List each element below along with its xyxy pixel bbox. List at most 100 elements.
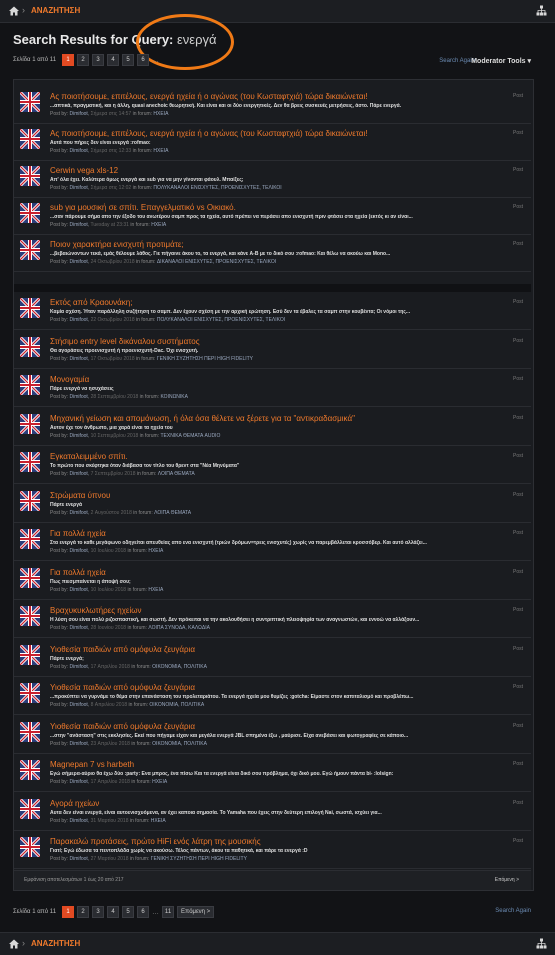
page-link[interactable]: 5 [122, 54, 135, 66]
page-link[interactable]: 3 [92, 54, 105, 66]
home-icon[interactable] [8, 5, 20, 17]
result-forum[interactable]: ΗΧΕΙΑ [151, 222, 166, 228]
search-result[interactable]: Magnepan 7 vs harbeth Εγώ σήμερα-αύριο θα… [14, 754, 531, 792]
avatar[interactable] [20, 760, 40, 780]
result-forum[interactable]: ΗΧΕΙΑ [152, 779, 167, 785]
result-forum[interactable]: ΛΟΙΠΑ ΘΕΜΑΤΑ [154, 510, 191, 516]
result-author[interactable]: Dimifoot [69, 433, 87, 439]
result-author[interactable]: Dimifoot [69, 222, 87, 228]
result-forum[interactable]: ΛΟΙΠΑ ΣΥΝΟΔΑ, ΚΑΛΩΔΙΑ [148, 625, 210, 631]
avatar[interactable] [20, 567, 40, 588]
result-forum[interactable]: ΗΧΕΙΑ [153, 111, 168, 117]
search-result[interactable]: sub για μουσική σε σπίτι. Επαγγελματικό … [14, 197, 531, 235]
result-author[interactable]: Dimifoot [69, 587, 87, 593]
search-result[interactable]: Ποιον χαρακτήρα ενισχυτή προτιμάτε; ...βε… [14, 234, 531, 272]
result-title[interactable]: Υιοθεσία παιδιών από ομόφυλα ζευγάρια [50, 683, 195, 692]
result-forum[interactable]: ΗΧΕΙΑ [153, 148, 168, 154]
sitemap-icon[interactable] [536, 5, 547, 16]
search-result[interactable]: Βραχυκυκλωτήρες ηχείων Η λύση σου είναι π… [14, 600, 531, 638]
search-result[interactable]: Εκτός από Κραουνάκη; Καμία σχέση. Ήταν πα… [14, 292, 531, 330]
result-title[interactable]: Cerwin vega xls-12 [50, 166, 118, 175]
page-link[interactable]: 4 [107, 906, 120, 918]
search-result[interactable]: Παρακαλώ προτάσεις, πρώτο HiFi ενός λάτρ… [14, 831, 531, 869]
avatar[interactable] [20, 375, 40, 395]
result-title[interactable]: Εγκαταλειμμένο σπίτι. [50, 452, 128, 461]
page-link-last[interactable]: 11 [162, 906, 175, 918]
result-title[interactable]: sub για μουσική σε σπίτι. Επαγγελματικό … [50, 203, 236, 212]
avatar[interactable] [20, 721, 40, 742]
page-link[interactable]: 6 [137, 54, 150, 66]
search-result[interactable]: Cerwin vega xls-12 Απ' όλα έχει. Καλύτερα… [14, 160, 531, 198]
search-result[interactable]: Μηχανική γείωση και απομόνωση, ή όλα όσα… [14, 408, 531, 446]
search-result[interactable]: Μονογαμία Πάρε ενεργά να ησυχάσεις Post by… [14, 369, 531, 407]
result-author[interactable]: Dimifoot [69, 111, 87, 117]
result-author[interactable]: Dimifoot [69, 741, 87, 747]
search-result[interactable]: Για πολλά ηχεία Πως πιεσμπαίνεται η άποψή… [14, 562, 531, 600]
page-link[interactable]: 1 [62, 906, 75, 918]
result-author[interactable]: Dimifoot [69, 625, 87, 631]
result-title[interactable]: Ποιον χαρακτήρα ενισχυτή προτιμάτε; [50, 240, 184, 249]
result-author[interactable]: Dimifoot [69, 664, 87, 670]
avatar[interactable] [20, 336, 40, 357]
result-author[interactable]: Dimifoot [69, 259, 87, 265]
avatar[interactable] [20, 837, 40, 857]
result-title[interactable]: Για πολλά ηχεία [50, 568, 106, 577]
result-author[interactable]: Dimifoot [69, 356, 87, 362]
result-forum[interactable]: ΟΙΚΟΝΟΜΙΑ, ΠΟΛΙΤΙΚΑ [152, 741, 207, 747]
avatar[interactable] [20, 683, 40, 703]
result-author[interactable]: Dimifoot [69, 510, 87, 516]
avatar[interactable] [20, 644, 40, 665]
result-forum[interactable]: ΓΕΝΙΚΗ ΣΥΖΗΤΗΣΗ ΠΕΡΙ HIGH FIDELITY [151, 856, 247, 862]
breadcrumb-search[interactable]: ΑΝΑΖΗΤΗΣΗ [31, 6, 80, 15]
search-again-link[interactable]: Search Again [439, 58, 475, 64]
result-forum[interactable]: ΛΟΙΠΑ ΘΕΜΑΤΑ [158, 471, 195, 477]
page-link[interactable]: 3 [92, 906, 105, 918]
result-author[interactable]: Dimifoot [69, 394, 87, 400]
search-result[interactable]: Εγκαταλειμμένο σπίτι. Το πρώτο που σκέφτη… [14, 446, 531, 484]
avatar[interactable] [20, 203, 40, 223]
avatar[interactable] [20, 413, 40, 434]
result-title[interactable]: Παρακαλώ προτάσεις, πρώτο HiFi ενός λάτρ… [50, 837, 261, 846]
avatar[interactable] [20, 452, 40, 472]
page-link[interactable]: 2 [77, 54, 90, 66]
result-title[interactable]: Υιοθεσία παιδιών από ομόφυλα ζευγάρια [50, 645, 195, 654]
breadcrumb-search[interactable]: ΑΝΑΖΗΤΗΣΗ [31, 939, 80, 948]
result-forum[interactable]: ΤΕΧΝΙΚΑ ΘΕΜΑΤΑ AUDIO [161, 433, 221, 439]
result-title[interactable]: Αγορά ηχείων [50, 799, 99, 808]
result-forum[interactable]: ΟΙΚΟΝΟΜΙΑ, ΠΟΛΙΤΙΚΑ [152, 664, 207, 670]
result-title[interactable]: Ας ποιοτήσουμε, επιτέλους, ενεργά ηχεία … [50, 92, 368, 101]
result-title[interactable]: Μονογαμία [50, 375, 89, 384]
result-title[interactable]: Υιοθεσία παιδιών από ομόφυλα ζευγάρια [50, 722, 195, 731]
result-forum[interactable]: ΔΙΚΑΝΑΛΟΙ ΕΝΙΣΧΥΤΕΣ, ΠΡΟΕΝΙΣΧΥΤΕΣ, ΤΕΛΙΚ… [157, 259, 276, 265]
search-result[interactable]: Αγορά ηχείων Αυτα δεν είναι ενεργά, είναι… [14, 793, 531, 831]
result-title[interactable]: Για πολλά ηχεία [50, 529, 106, 538]
result-author[interactable]: Dimifoot [69, 856, 87, 862]
result-author[interactable]: Dimifoot [69, 779, 87, 785]
avatar[interactable] [20, 606, 40, 626]
result-author[interactable]: Dimifoot [69, 548, 87, 554]
result-title[interactable]: Στήσιμο entry level δικάναλου συστήματος [50, 337, 200, 346]
search-again-link-bottom[interactable]: Search Again [495, 908, 531, 914]
avatar[interactable] [20, 529, 40, 549]
avatar[interactable] [20, 92, 40, 112]
page-link[interactable]: 4 [107, 54, 120, 66]
avatar[interactable] [20, 166, 40, 186]
result-title[interactable]: Ας ποιοτήσουμε, επιτέλους, ενεργά ηχεία … [50, 129, 368, 138]
page-link[interactable]: 2 [77, 906, 90, 918]
result-forum[interactable]: ΠΟΛΥΚΑΝΑΛΟΙ ΕΝΙΣΧΥΤΕΣ, ΠΡΟΕΝΙΣΧΥΤΕΣ, ΤΕΛ… [153, 185, 281, 191]
search-result[interactable]: Ας ποιοτήσουμε, επιτέλους, ενεργά ηχεία … [14, 86, 531, 124]
result-title[interactable]: Βραχυκυκλωτήρες ηχείων [50, 606, 142, 615]
result-title[interactable]: Μηχανική γείωση και απομόνωση, ή όλα όσα… [50, 414, 355, 423]
avatar[interactable] [20, 798, 40, 819]
moderator-tools-menu[interactable]: Moderator Tools ▾ [471, 57, 531, 65]
result-forum[interactable]: ΗΧΕΙΑ [148, 548, 163, 554]
search-result[interactable]: Στρώματα ύπνου Πάρτε ενεργά Post by: Dimif… [14, 485, 531, 523]
result-author[interactable]: Dimifoot [69, 471, 87, 477]
result-forum[interactable]: ΓΕΝΙΚΗ ΣΥΖΗΤΗΣΗ ΠΕΡΙ HIGH FIDELITY [157, 356, 253, 362]
result-forum[interactable]: ΠΟΛΥΚΑΝΑΛΟΙ ΕΝΙΣΧΥΤΕΣ, ΠΡΟΕΝΙΣΧΥΤΕΣ, ΤΕΛ… [157, 317, 285, 323]
result-author[interactable]: Dimifoot [69, 317, 87, 323]
result-author[interactable]: Dimifoot [69, 818, 87, 824]
next-page-button[interactable]: Επόμενη > [177, 906, 215, 918]
page-link[interactable]: 6 [137, 906, 150, 918]
result-title[interactable]: Εκτός από Κραουνάκη; [50, 298, 132, 307]
